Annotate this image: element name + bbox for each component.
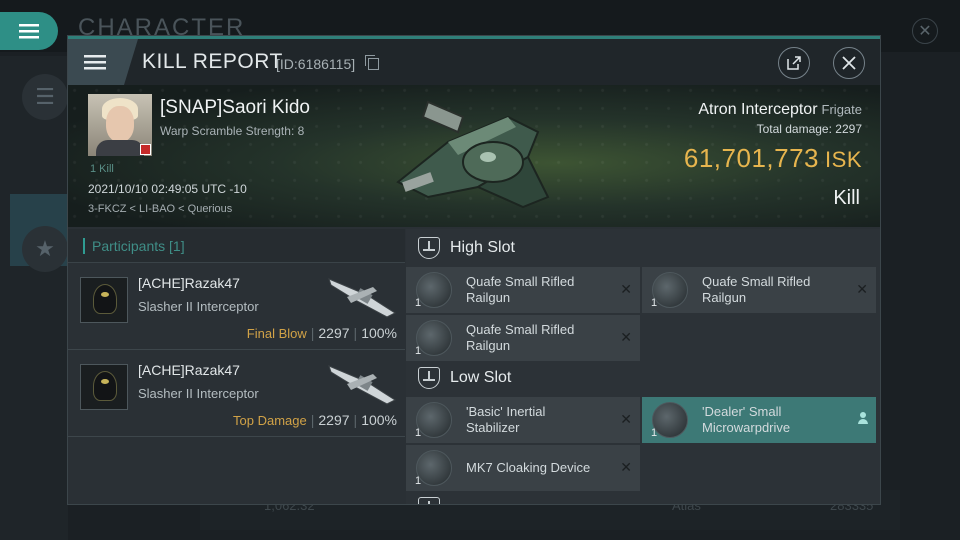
kill-datetime: 2021/10/10 02:49:05 UTC -10	[88, 182, 247, 196]
background-menu-button[interactable]	[0, 12, 58, 50]
participants-panel: Participants [1] [ACHE]Razak47 Slasher I…	[68, 229, 405, 504]
cloaking-device-icon	[416, 450, 452, 486]
item-name: Quafe Small Rifled Railgun	[702, 274, 811, 305]
inertial-stabilizer-icon	[416, 402, 452, 438]
participant-row[interactable]: [ACHE]Razak47 Slasher II Interceptor Top…	[68, 350, 405, 437]
victim-ship-image[interactable]	[388, 87, 558, 217]
kill-report-modal: KILL REPORT [ID:6186115] [SNAP]Saori Kid…	[67, 35, 881, 505]
participant-name: [ACHE]Razak47	[138, 275, 240, 291]
modal-menu-button[interactable]	[68, 39, 138, 85]
participant-ship: Slasher II Interceptor	[138, 386, 259, 401]
participant-avatar[interactable]	[80, 364, 128, 410]
item-name: Quafe Small Rifled Railgun	[466, 322, 575, 353]
rig-slot-header	[406, 491, 880, 504]
background-sidebar: ☰ ★	[0, 56, 68, 540]
destroyed-icon: ✕	[620, 281, 632, 297]
fitting-item[interactable]: 1 Quafe Small Rifled Railgun ✕	[406, 315, 640, 361]
close-button[interactable]	[833, 47, 865, 79]
modal-header: KILL REPORT [ID:6186115]	[68, 39, 880, 85]
participant-ship-icon	[328, 365, 397, 405]
victim-ship-name[interactable]: Atron Interceptor Frigate	[698, 101, 862, 119]
warp-scramble-strength: Warp Scramble Strength: 8	[160, 124, 305, 138]
participant-avatar[interactable]	[80, 277, 128, 323]
item-name: 'Dealer' Small Microwarpdrive	[702, 404, 791, 435]
close-icon	[842, 56, 856, 70]
fitting-item[interactable]: 1 Quafe Small Rifled Railgun ✕	[406, 267, 640, 313]
railgun-icon	[416, 320, 452, 356]
microwarpdrive-icon	[652, 402, 688, 438]
item-name: MK7 Cloaking Device	[466, 460, 591, 475]
fitting-item[interactable]: 1 'Basic' Inertial Stabilizer ✕	[406, 397, 640, 443]
fittings-panel: High Slot 1 Quafe Small Rifled Railgun ✕ …	[406, 229, 880, 504]
low-slot-label: Low Slot	[450, 369, 512, 386]
low-slot-icon	[418, 367, 440, 389]
dropped-icon	[858, 412, 868, 426]
participant-name: [ACHE]Razak47	[138, 362, 240, 378]
low-slot-header: Low Slot	[406, 361, 880, 395]
railgun-icon	[416, 272, 452, 308]
high-slot-header: High Slot	[406, 231, 880, 265]
destroyed-icon: ✕	[620, 411, 632, 427]
report-id: [ID:6186115]	[276, 56, 356, 72]
background-close-button[interactable]: ✕	[912, 18, 938, 44]
kill-summary-banner: [SNAP]Saori Kido Warp Scramble Strength:…	[68, 85, 880, 227]
item-name: Quafe Small Rifled Railgun	[466, 274, 575, 305]
high-slot-label: High Slot	[450, 239, 515, 256]
total-damage: Total damage: 2297	[756, 122, 862, 136]
kill-result-label: Kill	[833, 187, 860, 209]
page-title: KILL REPORT	[142, 50, 283, 73]
fitting-item[interactable]: 1 MK7 Cloaking Device ✕	[406, 445, 640, 491]
kill-count-tag: 1 Kill	[90, 163, 114, 175]
share-icon	[787, 56, 801, 70]
corp-badge-icon	[140, 144, 151, 155]
hamburger-icon	[84, 55, 106, 70]
high-slot-icon	[418, 237, 440, 259]
participants-title: Participants [1]	[92, 238, 185, 254]
destroyed-icon: ✕	[856, 281, 868, 297]
copy-icon[interactable]	[365, 55, 379, 70]
hamburger-icon	[19, 24, 39, 39]
participant-ship: Slasher II Interceptor	[138, 299, 259, 314]
isk-value: 61,701,773 ISK	[683, 143, 862, 173]
item-name: 'Basic' Inertial Stabilizer	[466, 404, 546, 435]
kill-location[interactable]: 3-FKCZ < LI-BAO < Querious	[88, 203, 232, 215]
rig-slot-icon	[418, 497, 440, 504]
share-button[interactable]	[778, 47, 810, 79]
participant-stats: Top Damage | 2297 | 100%	[233, 412, 397, 428]
participant-ship-icon	[328, 278, 397, 318]
railgun-icon	[652, 272, 688, 308]
close-icon: ✕	[918, 23, 932, 40]
victim-name[interactable]: [SNAP]Saori Kido	[160, 97, 310, 119]
participant-row[interactable]: [ACHE]Razak47 Slasher II Interceptor Fin…	[68, 263, 405, 350]
menu-icon[interactable]: ☰	[22, 74, 68, 120]
destroyed-icon: ✕	[620, 329, 632, 345]
participants-header: Participants [1]	[68, 229, 405, 263]
star-icon[interactable]: ★	[22, 226, 68, 272]
destroyed-icon: ✕	[620, 459, 632, 475]
fitting-item[interactable]: 1 Quafe Small Rifled Railgun ✕	[642, 267, 876, 313]
participant-stats: Final Blow | 2297 | 100%	[246, 325, 397, 341]
fitting-item-selected[interactable]: 1 'Dealer' Small Microwarpdrive	[642, 397, 876, 443]
